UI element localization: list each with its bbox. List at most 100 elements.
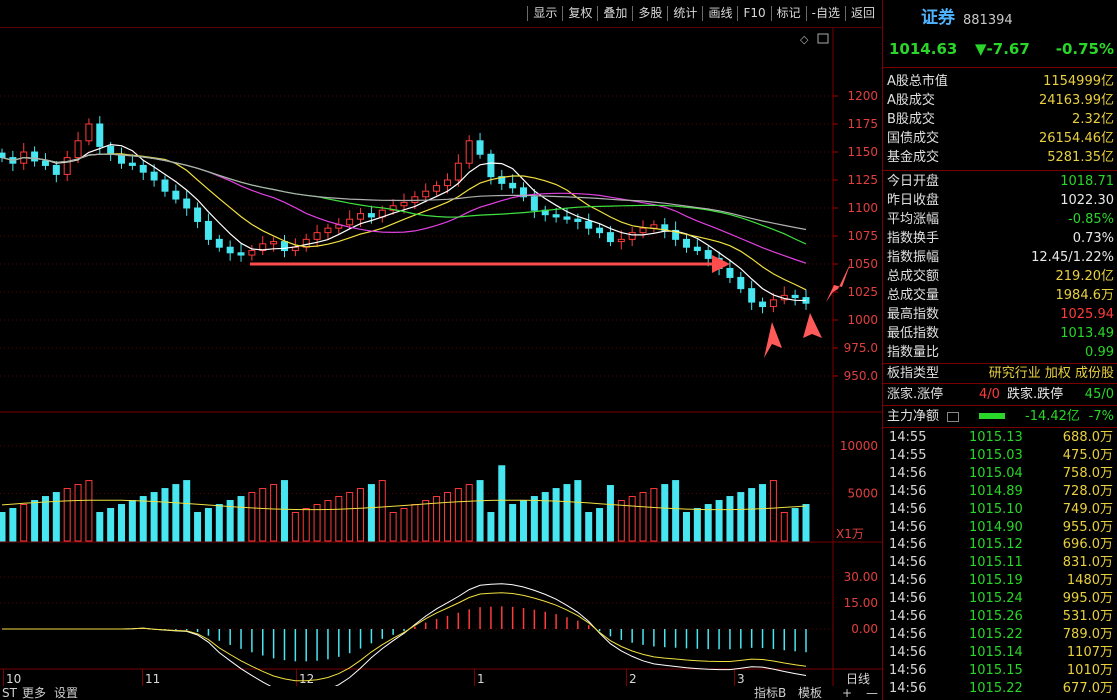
candle-body — [552, 214, 560, 218]
tick-time: 14:56 — [889, 483, 927, 499]
tick-volume: 677.0万 — [1062, 680, 1113, 696]
tick-volume: 688.0万 — [1062, 430, 1113, 445]
stat-label: 最高指数 — [887, 307, 940, 322]
toolbar-f10-button[interactable]: F10 — [737, 6, 770, 21]
toolbar-statistics-button[interactable]: 统计 — [667, 6, 702, 21]
volume-bar — [389, 512, 397, 542]
toolbar-overlay-button[interactable]: 叠加 — [597, 6, 632, 21]
settings-button[interactable]: 设置 — [54, 686, 78, 700]
st-button[interactable]: ST — [2, 686, 17, 700]
candles — [0, 116, 810, 662]
toolbar-mark-button[interactable]: 标记 — [770, 6, 806, 21]
price-tick-label: 1000 — [847, 313, 878, 327]
toolbar-display-button[interactable]: 显示 — [527, 6, 562, 21]
volume-bar — [128, 500, 136, 542]
volume-bar — [9, 508, 17, 542]
volume-bar — [237, 496, 245, 542]
stat-value: 1013.49 — [1060, 326, 1114, 341]
toolbar-draw-line-button[interactable]: 画线 — [702, 6, 737, 21]
volume-bar — [552, 488, 560, 542]
tick-time: 14:56 — [889, 626, 927, 642]
tick-volume: 995.0万 — [1062, 591, 1113, 607]
stat-value: 219.20亿 — [1055, 269, 1115, 284]
tick-volume: 758.0万 — [1062, 465, 1113, 481]
stat-row: 指数换手 0.73% — [885, 229, 1116, 248]
candle-body — [270, 241, 278, 245]
stat-row: 基金成交 5281.35亿 — [885, 148, 1116, 167]
price-tick-label: 1050 — [847, 257, 878, 271]
toolbar-add-watchlist-button[interactable]: -自选 — [805, 6, 845, 21]
candle-body — [85, 123, 93, 142]
more-button[interactable]: 更多 — [22, 686, 46, 700]
candle-body — [443, 179, 451, 187]
candle-body — [530, 196, 538, 211]
board-type-value: 研究行业 加权 成份股 — [988, 366, 1114, 381]
tick-volume: 728.0万 — [1062, 483, 1113, 499]
volume-bar — [270, 484, 278, 542]
candle-body — [617, 238, 625, 243]
index-code: 881394 — [963, 13, 1013, 28]
ma60-line — [1, 153, 807, 231]
toolbar-back-button[interactable]: 返回 — [844, 6, 880, 21]
volume-bar — [204, 508, 212, 542]
tick-price: 1015.13 — [969, 430, 1023, 445]
stat-label: A股总市值 — [887, 74, 948, 89]
tick-time: 14:56 — [889, 537, 927, 553]
zoom-in-button[interactable]: + — [842, 686, 852, 700]
volume-bar — [563, 484, 571, 542]
netflow-pct: -7% — [1088, 409, 1114, 424]
volume-bar — [661, 484, 669, 542]
volume-tick-label: 10000 — [840, 439, 878, 453]
candle-body — [52, 164, 60, 175]
toolbar-multi-stock-button[interactable]: 多股 — [632, 6, 667, 21]
netflow-value: -14.42亿 — [1025, 409, 1080, 424]
indicator-b-button[interactable]: 指标B — [754, 686, 786, 700]
netflow-menu-icon[interactable] — [947, 412, 959, 422]
tick-row: 14:55 1015.03 475.0万 — [885, 447, 1116, 465]
tick-row: 14:56 1015.12 696.0万 — [885, 536, 1116, 554]
candle-body — [226, 246, 234, 254]
volume-bar — [574, 480, 582, 542]
candle-body — [139, 164, 147, 173]
tick-time: 14:56 — [889, 573, 927, 589]
tick-volume: 696.0万 — [1062, 537, 1113, 553]
candle-body — [280, 241, 288, 252]
price-row: 1014.63 ▼-7.67 -0.75% — [885, 38, 1116, 60]
template-button[interactable]: 模板 — [798, 686, 822, 700]
toolbar-restore-rights-button[interactable]: 复权 — [562, 6, 597, 21]
stat-value: 1018.71 — [1060, 174, 1114, 189]
candle-body — [650, 224, 658, 229]
candle-body — [606, 232, 614, 243]
divider — [883, 383, 1117, 384]
volume-bar — [96, 512, 104, 542]
candle-body — [411, 196, 419, 203]
stat-value: 26154.46亿 — [1038, 131, 1114, 146]
tick-price: 1014.90 — [969, 519, 1023, 535]
macd-tick-label: 30.00 — [844, 570, 878, 584]
volume-bar — [161, 488, 169, 542]
date-label: 3 — [737, 672, 745, 686]
volume-bar — [172, 484, 180, 542]
period-label: 日线 — [846, 672, 870, 686]
candle-body — [183, 198, 191, 209]
price-tick-label: 1150 — [847, 145, 878, 159]
stat-value: 1022.30 — [1060, 193, 1114, 208]
tick-price: 1015.12 — [969, 537, 1023, 553]
date-label: 11 — [145, 672, 160, 686]
kline-chart-area[interactable]: 1200 1175 1150 1125 1100 1075 1050 1025 1000 975.… — [0, 28, 882, 700]
volume-bar — [780, 512, 788, 542]
tick-volume: 831.0万 — [1062, 555, 1113, 571]
toolbar-buttons: 显示 复权 叠加 多股 统计 画线 F10 标记 -自选 返回 — [527, 6, 880, 21]
macd-dif-line — [2, 583, 807, 695]
netflow-row: 主力净额 -14.42亿 -7% — [885, 407, 1116, 426]
diamond-icon: ◇ — [800, 33, 809, 46]
candle-body — [400, 201, 408, 207]
stat-value: 0.99 — [1085, 345, 1114, 360]
volume-bar — [422, 500, 430, 542]
candle-body — [194, 207, 202, 222]
candle-body — [96, 123, 104, 147]
price-tick-label: 950.0 — [844, 369, 878, 383]
stat-row: 最高指数 1025.94 — [885, 305, 1116, 324]
tick-row: 14:56 1015.15 1010万 — [885, 662, 1116, 680]
zoom-out-button[interactable]: — — [866, 686, 878, 700]
